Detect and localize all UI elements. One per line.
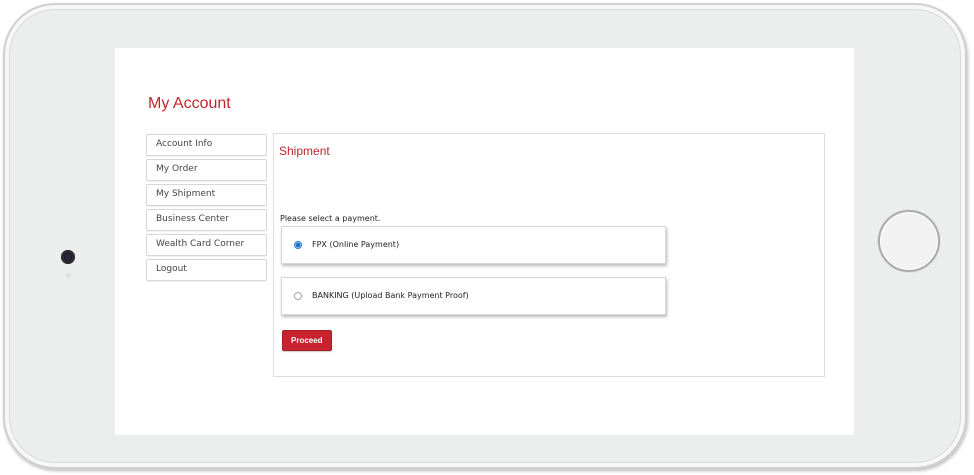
shipment-title: Shipment	[279, 144, 330, 158]
sensor-icon	[66, 273, 71, 278]
home-button[interactable]	[878, 210, 940, 272]
page-title: My Account	[148, 95, 231, 112]
menu-item-account-info[interactable]: Account Info	[146, 134, 267, 156]
fpx-option-label: FPX (Online Payment)	[312, 240, 400, 249]
front-camera-icon	[61, 250, 75, 264]
payment-select-prompt: Please select a payment.	[280, 214, 381, 223]
fpx-radio-button[interactable]	[294, 241, 302, 249]
account-side-menu: Account Info My Order My Shipment Busine…	[146, 134, 267, 284]
menu-item-my-shipment[interactable]: My Shipment	[146, 184, 267, 206]
banking-option-label: BANKING (Upload Bank Payment Proof)	[312, 291, 469, 300]
proceed-button[interactable]: Proceed	[282, 330, 332, 351]
menu-item-logout[interactable]: Logout	[146, 259, 267, 281]
banking-radio-button[interactable]	[294, 292, 302, 300]
menu-item-wealth-card-corner[interactable]: Wealth Card Corner	[146, 234, 267, 256]
menu-item-my-order[interactable]: My Order	[146, 159, 267, 181]
payment-option-fpx[interactable]: FPX (Online Payment)	[281, 226, 666, 264]
payment-option-banking[interactable]: BANKING (Upload Bank Payment Proof)	[281, 277, 666, 315]
menu-item-business-center[interactable]: Business Center	[146, 209, 267, 231]
shipment-panel: Shipment Please select a payment. FPX (O…	[273, 133, 825, 377]
device-screen: My Account Account Info My Order My Ship…	[115, 48, 854, 435]
